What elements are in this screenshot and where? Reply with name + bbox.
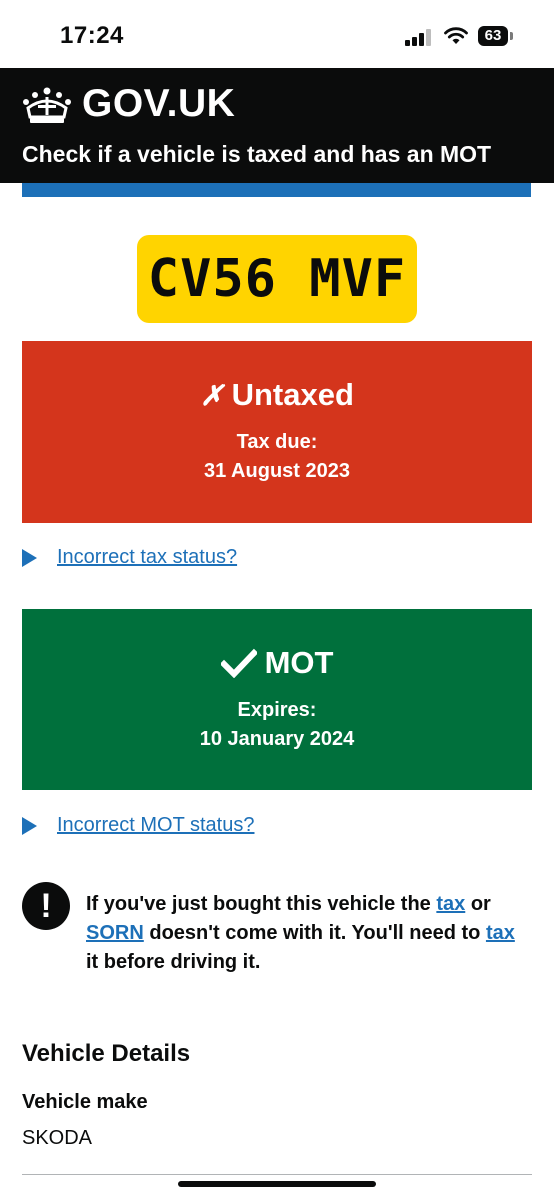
header-blue-bar [22,183,531,197]
mot-status-heading: MOT [22,645,532,681]
tax-due-label: Tax due: [236,431,318,453]
warning-text-part: or [465,893,491,915]
status-time: 17:24 [60,22,124,49]
vehicle-make-value: SKODA [22,1127,93,1149]
tax-status-panel: ✗ Untaxed Tax due: 31 August 2023 [22,341,532,523]
sorn-link[interactable]: SORN [86,922,144,944]
mot-status-details[interactable]: Incorrect MOT status? [22,814,254,837]
disclosure-triangle-icon [22,816,37,835]
vehicle-make-label: Vehicle make [22,1091,148,1113]
incorrect-mot-status-link[interactable]: Incorrect MOT status? [57,814,254,837]
crown-icon [23,87,71,123]
tax-due-date: 31 August 2023 [204,460,350,482]
battery-tip [510,32,513,40]
vehicle-details-heading: Vehicle Details [22,1040,191,1067]
govuk-logo-link[interactable]: GOV.UK [82,82,235,126]
summary-divider [22,1174,532,1175]
registration-number: CV56 MVF [147,249,407,309]
warning-text-part: If you've just bought this vehicle the [86,893,437,915]
warning-icon: ! [22,882,70,930]
mot-expires-label: Expires: [237,699,317,721]
tax-status-text: Untaxed [231,377,354,412]
warning-text-part: doesn't come with it. You'll need to [143,922,486,944]
tax-status-heading: ✗ Untaxed [22,377,532,413]
incorrect-tax-status-link[interactable]: Incorrect tax status? [57,546,237,569]
number-plate: CV56 MVF [137,235,417,323]
service-name[interactable]: Check if a vehicle is taxed and has an M… [22,141,491,168]
wifi-icon [444,27,468,44]
tick-icon [220,648,257,678]
cross-icon: ✗ [200,379,224,411]
mot-expiry-date: 10 January 2024 [199,728,355,750]
warning-message: If you've just bought this vehicle the t… [86,890,526,977]
disclosure-triangle-icon [22,548,37,567]
tax-link[interactable]: tax [436,893,465,915]
status-bar: 17:24 63 [0,0,554,68]
tax-status-details[interactable]: Incorrect tax status? [22,546,237,569]
warning-text-part: it before driving it. [86,951,261,973]
battery-icon: 63 [478,26,508,46]
govuk-header: GOV.UK Check if a vehicle is taxed and h… [0,68,554,183]
mot-status-panel: MOT Expires: 10 January 2024 [22,609,532,790]
tax-link-2[interactable]: tax [486,922,515,944]
mot-status-text: MOT [264,645,334,680]
home-indicator[interactable] [178,1181,376,1187]
signal-icon [405,29,435,46]
